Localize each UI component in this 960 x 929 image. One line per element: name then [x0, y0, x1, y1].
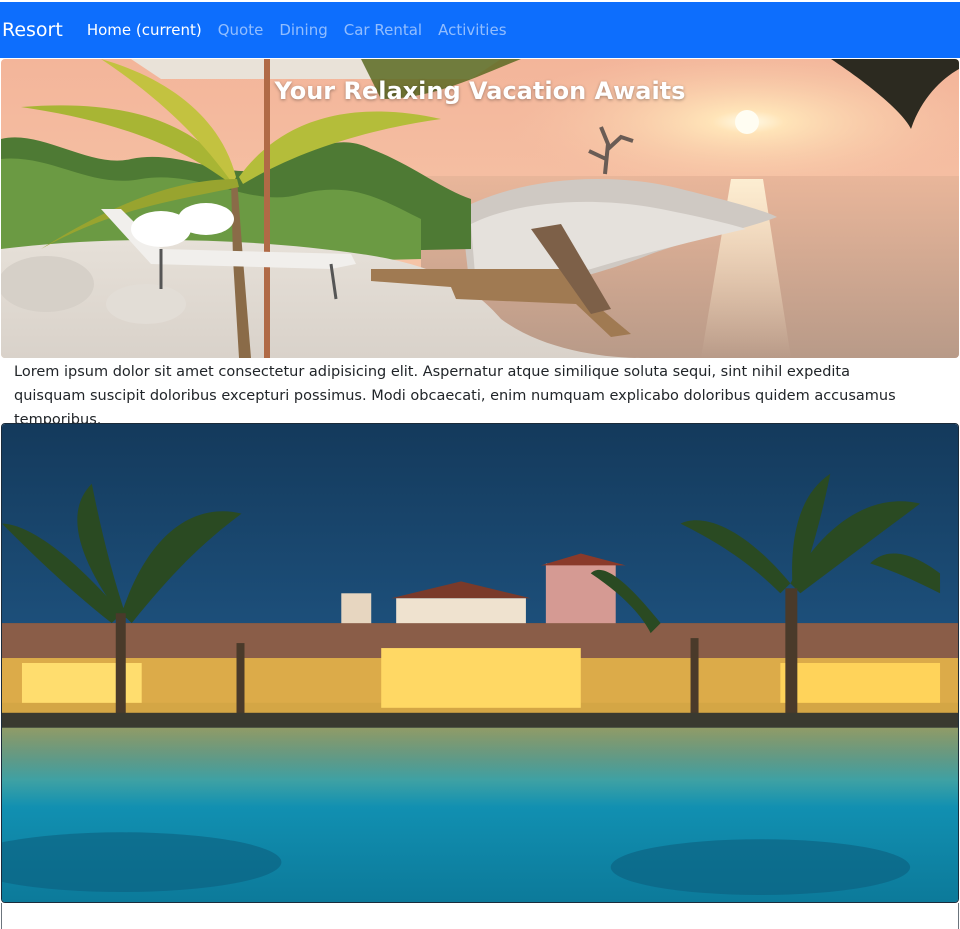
- page-border-left: [1, 903, 2, 929]
- resort-pool-image: [1, 423, 959, 903]
- hero-title: Your Relaxing Vacation Awaits: [274, 77, 686, 105]
- page-border-right: [958, 903, 959, 929]
- nav-link-home[interactable]: Home (current): [87, 21, 202, 39]
- nav-link-dining[interactable]: Dining: [279, 21, 327, 39]
- nav-link-quote[interactable]: Quote: [218, 21, 264, 39]
- resort-pool-scene: [2, 424, 958, 902]
- hero-banner: Your Relaxing Vacation Awaits: [1, 59, 959, 358]
- navbar: Resort Home (current) Quote Dining Car R…: [0, 2, 960, 58]
- nav-link-activities[interactable]: Activities: [438, 21, 506, 39]
- intro-paragraph: Lorem ipsum dolor sit amet consectetur a…: [14, 364, 896, 428]
- nav-link-car-rental[interactable]: Car Rental: [344, 21, 422, 39]
- brand-link[interactable]: Resort: [2, 19, 63, 41]
